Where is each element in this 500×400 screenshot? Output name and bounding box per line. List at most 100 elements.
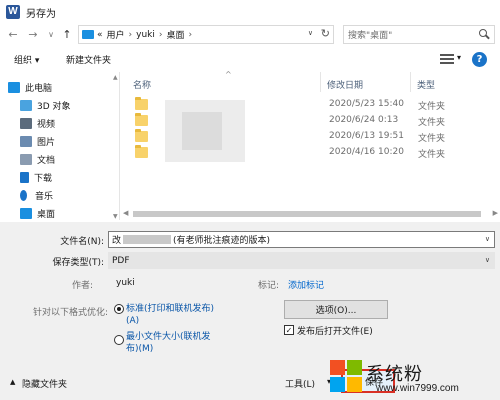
radio-minimum-size-label-2[interactable]: 布)(M) [126,343,153,355]
open-after-publish-checkbox[interactable]: ✓ [284,325,294,335]
chevron-down-icon[interactable]: ∨ [485,235,490,243]
back-arrow-icon[interactable]: ← [6,28,20,42]
nav-item-label: 3D 对象 [37,101,71,112]
optimize-label: 针对以下格式优化: [33,308,109,318]
recent-locations-chevron-icon[interactable]: ∨ [44,28,58,42]
filetype-value: PDF [112,255,130,266]
computer-icon [8,81,20,93]
nav-item-videos[interactable]: 视频 [0,114,119,132]
add-tags-link[interactable]: 添加标记 [288,278,324,291]
author-label: 作者: [72,281,94,291]
search-placeholder: 搜索"桌面" [348,31,393,41]
column-header-name[interactable]: 名称 [133,78,151,91]
redacted-file-names [182,112,222,150]
tools-menu-button[interactable]: 工具(L) [285,377,315,390]
file-date: 2020/6/24 0:13 [329,115,399,125]
radio-standard-label[interactable]: 标准(打印和联机发布) [126,303,214,315]
filename-prefix: 改 [112,236,122,246]
radio-standard-key[interactable]: (A) [126,315,139,327]
scroll-right-icon[interactable]: ▶ [493,209,498,217]
radio-standard[interactable] [114,304,124,314]
desktop-icon [20,207,32,219]
column-header-type[interactable]: 类型 [417,78,435,91]
search-icon[interactable] [477,28,491,42]
nav-item-music[interactable]: 音乐 [0,186,119,204]
nav-item-3d-objects[interactable]: 3D 对象 [0,96,119,114]
search-input[interactable]: 搜索"桌面" [343,25,495,44]
videos-icon [20,117,32,129]
nav-item-label: 音乐 [35,191,54,202]
navigation-pane[interactable]: 此电脑 3D 对象 视频 图片 文档 下载 音乐 桌面 [0,72,120,220]
radio-minimum-size[interactable] [114,335,124,345]
hide-folders-button[interactable]: 隐藏文件夹 [22,377,67,390]
nav-item-label: 下载 [34,173,53,184]
file-type: 文件夹 [418,150,446,160]
chevron-right-icon[interactable]: › [189,30,193,40]
options-button[interactable]: 选项(O)... [284,300,388,319]
nav-item-label: 此电脑 [25,83,53,94]
redacted-text [123,235,172,244]
nav-item-downloads[interactable]: 下载 [0,168,119,186]
nav-item-desktop[interactable]: 桌面 [0,204,119,220]
breadcrumb-overflow[interactable]: « [97,30,103,40]
nav-item-label: 桌面 [37,209,56,220]
radio-minimum-size-label[interactable]: 最小文件大小(联机发 [126,331,211,343]
breadcrumb-desktop[interactable]: 桌面 [167,28,185,41]
view-dropdown-icon[interactable]: ▾ [457,53,461,62]
horizontal-scrollbar[interactable]: ◀ ▶ [121,209,500,220]
nav-item-this-pc[interactable]: 此电脑 [0,78,119,96]
filename-label: 文件名(N): [60,237,104,247]
nav-item-documents[interactable]: 文档 [0,150,119,168]
sort-ascending-icon: ^ [225,70,232,79]
nav-scrollbar[interactable]: ▲ ▼ [112,72,120,220]
scrollbar-thumb[interactable] [133,211,481,217]
filetype-label: 保存类型(T): [52,258,104,268]
address-bar[interactable]: « 用户 › yuki › 桌面 › ∨ ↻ [78,25,334,44]
scroll-down-icon[interactable]: ▼ [113,213,118,220]
up-arrow-icon[interactable]: ↑ [60,28,74,42]
address-dropdown-icon[interactable]: ∨ [308,29,313,37]
filetype-select[interactable]: PDF ∨ [108,252,495,269]
new-folder-button[interactable]: 新建文件夹 [66,53,111,66]
chevron-down-icon[interactable]: ∨ [485,256,490,264]
downloads-icon [20,171,29,183]
scroll-left-icon[interactable]: ◀ [123,209,128,217]
refresh-icon[interactable]: ↻ [321,27,330,40]
filename-field[interactable]: 改 (有老师批注痕迹的版本) ∨ [108,231,495,248]
file-date: 2020/5/23 15:40 [329,99,404,109]
folder-icon [135,145,148,158]
open-after-publish-label[interactable]: 发布后打开文件(E) [297,324,373,337]
organize-menu-button[interactable]: 组织 ▾ [14,53,39,66]
help-icon[interactable]: ? [472,52,487,67]
nav-item-label: 文档 [37,155,56,166]
command-toolbar: 组织 ▾ 新建文件夹 ▾ ? [0,50,500,70]
this-pc-icon [82,30,94,39]
site-watermark: 系统粉 www.win7999.com [330,358,500,400]
breadcrumb-users[interactable]: 用户 [107,28,125,41]
watermark-url: www.win7999.com [376,383,459,394]
scroll-up-icon[interactable]: ▲ [113,74,118,81]
breadcrumb-yuki[interactable]: yuki [136,30,155,40]
column-divider[interactable] [410,72,411,92]
author-value[interactable]: yuki [116,278,135,288]
nav-item-pictures[interactable]: 图片 [0,132,119,150]
file-type: 文件夹 [418,118,446,128]
window-title: 另存为 [26,8,56,20]
folder-icon [135,129,148,142]
word-app-icon: W [6,5,20,19]
file-date: 2020/4/16 10:20 [329,147,404,157]
file-type: 文件夹 [418,134,446,144]
folder-icon [135,113,148,126]
pictures-icon [20,135,32,147]
chevron-right-icon: › [158,29,163,40]
music-icon [20,189,27,201]
forward-arrow-icon[interactable]: → [26,28,40,42]
filename-suffix: (有老师批注痕迹的版本) [173,236,271,246]
view-options-icon[interactable] [440,54,454,64]
address-row: ← → ∨ ↑ « 用户 › yuki › 桌面 › ∨ ↻ 搜索"桌面" [0,24,500,46]
column-header-date[interactable]: 修改日期 [327,78,363,91]
column-divider[interactable] [320,72,321,92]
windows-logo-icon [330,360,362,392]
chevron-up-icon[interactable]: ▲ [10,378,15,386]
nav-item-label: 图片 [37,137,56,148]
